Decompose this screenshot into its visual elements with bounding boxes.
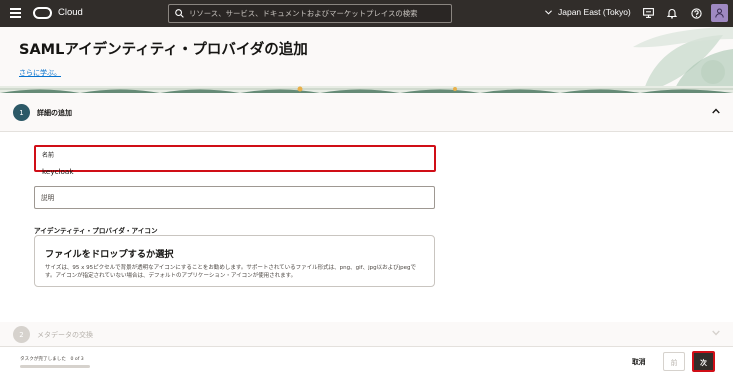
search-box[interactable] bbox=[168, 4, 452, 23]
top-navigation-bar: Cloud Japan East (Tokyo) bbox=[0, 0, 733, 27]
icon-section-label: アイデンティティ・プロバイダ・アイコン bbox=[34, 227, 158, 235]
brand-name[interactable]: Cloud bbox=[58, 7, 83, 18]
dropzone-description: サイズは、95 x 95ピクセルで背景が透明なアイコンにすることをお勧めします。… bbox=[45, 265, 416, 279]
progress-label: タスクが完了しました 0 of 3 bbox=[20, 357, 84, 362]
chevron-down-icon bbox=[545, 9, 552, 15]
decorative-band bbox=[0, 86, 733, 93]
chevron-down-icon[interactable] bbox=[712, 330, 720, 336]
bell-icon[interactable] bbox=[665, 6, 679, 20]
dropzone-title: ファイルをドロップするか選択 bbox=[45, 249, 174, 260]
name-field[interactable]: 名前 bbox=[34, 145, 436, 176]
decorative-leaf-pattern bbox=[633, 27, 733, 93]
step-number: 1 bbox=[13, 104, 30, 121]
name-field-label: 名前 bbox=[42, 152, 55, 159]
cancel-button[interactable]: 取消 bbox=[632, 356, 646, 366]
page-header: SAMLアイデンティティ・プロバイダの追加 さらに学ぶ。 bbox=[0, 27, 733, 93]
step-number: 2 bbox=[13, 326, 30, 343]
next-button[interactable]: 次 bbox=[692, 351, 715, 372]
previous-button[interactable]: 前 bbox=[663, 352, 685, 371]
step-exchange-metadata[interactable]: 2 メタデータの交換 bbox=[0, 322, 733, 346]
step-label: 詳細の追加 bbox=[37, 109, 72, 117]
region-label: Japan East (Tokyo) bbox=[558, 7, 631, 17]
icon-file-dropzone[interactable]: ファイルをドロップするか選択 サイズは、95 x 95ピクセルで背景が透明なアイ… bbox=[34, 235, 435, 287]
user-icon bbox=[715, 8, 724, 18]
learn-more-link[interactable]: さらに学ぶ。 bbox=[19, 68, 61, 78]
step-label: メタデータの交換 bbox=[37, 331, 93, 339]
console-icon[interactable] bbox=[641, 6, 655, 20]
progress-bar bbox=[20, 365, 90, 368]
menu-icon[interactable] bbox=[10, 8, 21, 18]
region-selector[interactable]: Japan East (Tokyo) bbox=[545, 7, 631, 17]
description-field[interactable] bbox=[34, 186, 435, 209]
search-input[interactable] bbox=[189, 9, 439, 18]
page-title: SAMLアイデンティティ・プロバイダの追加 bbox=[19, 42, 308, 58]
oracle-logo-icon[interactable] bbox=[33, 7, 52, 19]
help-icon[interactable] bbox=[689, 6, 703, 20]
name-input[interactable] bbox=[42, 167, 422, 176]
search-icon bbox=[175, 9, 184, 18]
description-input[interactable] bbox=[41, 193, 421, 202]
chevron-up-icon[interactable] bbox=[712, 108, 720, 114]
step-add-details[interactable]: 1 詳細の追加 bbox=[0, 93, 733, 132]
user-avatar[interactable] bbox=[711, 4, 728, 22]
wizard-footer: タスクが完了しました 0 of 3 取消 前 bbox=[0, 346, 733, 376]
